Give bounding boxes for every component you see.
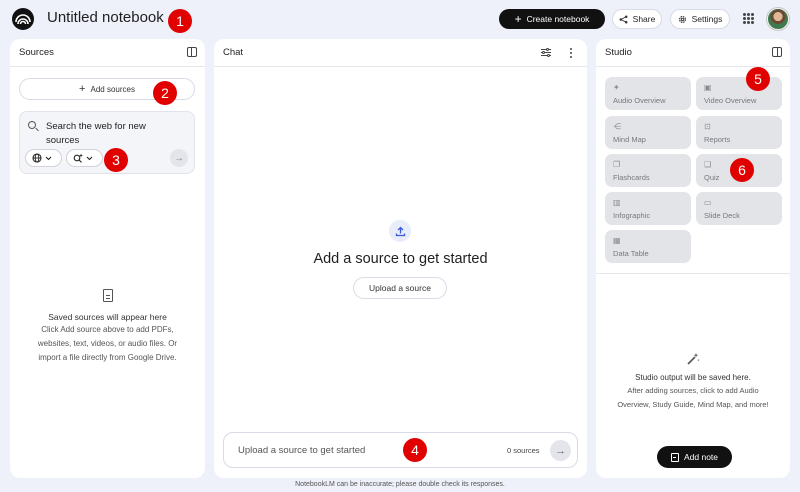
add-sources-label: Add sources — [90, 84, 135, 94]
studio-tile-mind-map[interactable]: ⋲ Mind Map — [605, 116, 691, 149]
notebook-title[interactable]: Untitled notebook — [47, 9, 164, 26]
studio-tile-slide-deck[interactable]: ▭ Slide Deck — [696, 192, 782, 225]
studio-tile-flashcards[interactable]: ❐ Flashcards — [605, 154, 691, 187]
sources-empty-state: Saved sources will appear here Click Add… — [10, 289, 205, 365]
tile-label: Mind Map — [613, 135, 646, 144]
notebooklm-logo-icon[interactable] — [12, 8, 34, 30]
sources-empty-heading: Saved sources will appear here — [48, 312, 167, 322]
annotation-marker-6: 6 — [730, 158, 754, 182]
top-bar: Untitled notebook 1 + Create notebook Sh… — [0, 0, 800, 38]
sources-empty-line: import a file directly from Google Drive… — [38, 353, 177, 362]
share-button[interactable]: Share — [612, 9, 662, 29]
studio-tile-reports[interactable]: ⊡ Reports — [696, 116, 782, 149]
studio-header: Studio — [596, 39, 790, 67]
search-submit-button[interactable]: → — [170, 149, 188, 167]
studio-empty-heading: Studio output will be saved here. — [635, 373, 751, 382]
arrow-right-icon: → — [555, 444, 566, 457]
share-icon — [619, 15, 628, 23]
studio-tile-data-table[interactable]: ▦ Data Table — [605, 230, 691, 263]
chat-input[interactable]: Upload a source to get started — [238, 445, 365, 456]
slide-deck-icon: ▭ — [704, 198, 712, 207]
add-note-label: Add note — [683, 452, 719, 462]
upload-source-button[interactable]: Upload a source — [353, 277, 447, 299]
share-label: Share — [632, 14, 656, 24]
settings-button[interactable]: Settings — [670, 9, 730, 29]
gear-icon — [678, 15, 686, 23]
sources-empty-text: Click Add source above to add PDFs, webs… — [10, 323, 205, 365]
tile-label: Quiz — [704, 173, 720, 182]
studio-empty-text: After adding sources, click to add Audio… — [596, 384, 790, 412]
send-button[interactable]: → — [550, 440, 571, 461]
studio-empty-line: After adding sources, click to add Audio — [627, 386, 759, 395]
quiz-icon: ❏ — [704, 160, 712, 169]
annotation-marker-5: 5 — [746, 67, 770, 91]
collapse-panel-icon[interactable] — [187, 47, 197, 57]
search-spark-icon — [73, 153, 83, 163]
tile-label: Reports — [704, 135, 731, 144]
arrow-right-icon: → — [174, 152, 184, 164]
studio-title: Studio — [605, 47, 632, 58]
upload-icon — [389, 220, 411, 242]
tile-label: Data Table — [613, 249, 649, 258]
sources-empty-line: websites, text, videos, or audio files. … — [37, 339, 178, 348]
flashcards-icon: ❐ — [613, 160, 621, 169]
add-note-button[interactable]: Add note — [657, 446, 732, 468]
plus-icon: + — [79, 83, 86, 95]
sources-empty-line: Click Add source above to add PDFs, — [41, 325, 174, 334]
sources-panel: Sources + Add sources 2 Search the web f… — [10, 39, 205, 478]
create-notebook-label: Create notebook — [526, 14, 590, 24]
search-icon — [28, 121, 36, 129]
chevron-down-icon — [45, 156, 52, 160]
reports-icon: ⊡ — [704, 122, 711, 131]
annotation-marker-1: 1 — [168, 9, 192, 33]
search-input[interactable]: Search the web for new sources — [46, 120, 166, 148]
studio-panel: Studio ✦ Audio Overview ▣ Video Overview… — [596, 39, 790, 478]
studio-divider — [596, 273, 790, 274]
annotation-marker-2: 2 — [153, 81, 177, 105]
note-icon — [670, 452, 679, 462]
globe-icon — [32, 153, 42, 163]
collapse-panel-icon[interactable] — [772, 47, 782, 57]
tile-label: Infographic — [613, 211, 651, 220]
chat-panel: Chat Add a source to get started Upload … — [214, 39, 587, 478]
magic-wand-icon — [596, 352, 790, 369]
disclaimer-footer: NotebookLM can be inaccurate; please dou… — [295, 481, 505, 488]
chat-header: Chat — [214, 39, 587, 67]
chat-title: Chat — [223, 47, 244, 58]
settings-label: Settings — [691, 14, 723, 24]
apps-grid-icon[interactable] — [743, 13, 754, 24]
document-icon — [102, 289, 113, 302]
source-count: 0 sources — [507, 446, 540, 455]
user-avatar[interactable] — [767, 8, 789, 30]
web-source-dropdown[interactable] — [25, 149, 62, 167]
chat-empty-heading: Add a source to get started — [313, 251, 488, 267]
research-mode-dropdown[interactable] — [66, 149, 103, 167]
annotation-marker-4: 4 — [403, 438, 427, 462]
studio-tile-infographic[interactable]: ▥ Infographic — [605, 192, 691, 225]
tile-label: Audio Overview — [613, 96, 666, 105]
tile-label: Flashcards — [613, 173, 650, 182]
video-icon: ▣ — [704, 83, 712, 92]
tile-label: Slide Deck — [704, 211, 740, 220]
plus-icon: + — [514, 12, 522, 26]
tune-icon[interactable] — [541, 47, 551, 57]
tile-label: Video Overview — [704, 96, 757, 105]
audio-spark-icon: ✦ — [613, 83, 620, 92]
sources-header: Sources — [10, 39, 205, 67]
studio-empty-state: Studio output will be saved here. After … — [596, 352, 790, 412]
studio-tile-audio-overview[interactable]: ✦ Audio Overview — [605, 77, 691, 110]
more-vert-icon[interactable] — [570, 48, 573, 58]
mind-map-icon: ⋲ — [613, 122, 621, 131]
chevron-down-icon — [86, 156, 93, 160]
infographic-icon: ▥ — [613, 198, 621, 207]
data-table-icon: ▦ — [613, 236, 621, 245]
chat-input-box[interactable]: Upload a source to get started 0 sources… — [223, 432, 578, 468]
sources-title: Sources — [19, 47, 54, 58]
studio-empty-line: Overview, Study Guide, Mind Map, and mor… — [617, 400, 769, 409]
create-notebook-button[interactable]: + Create notebook — [499, 9, 605, 29]
annotation-marker-3: 3 — [104, 148, 128, 172]
